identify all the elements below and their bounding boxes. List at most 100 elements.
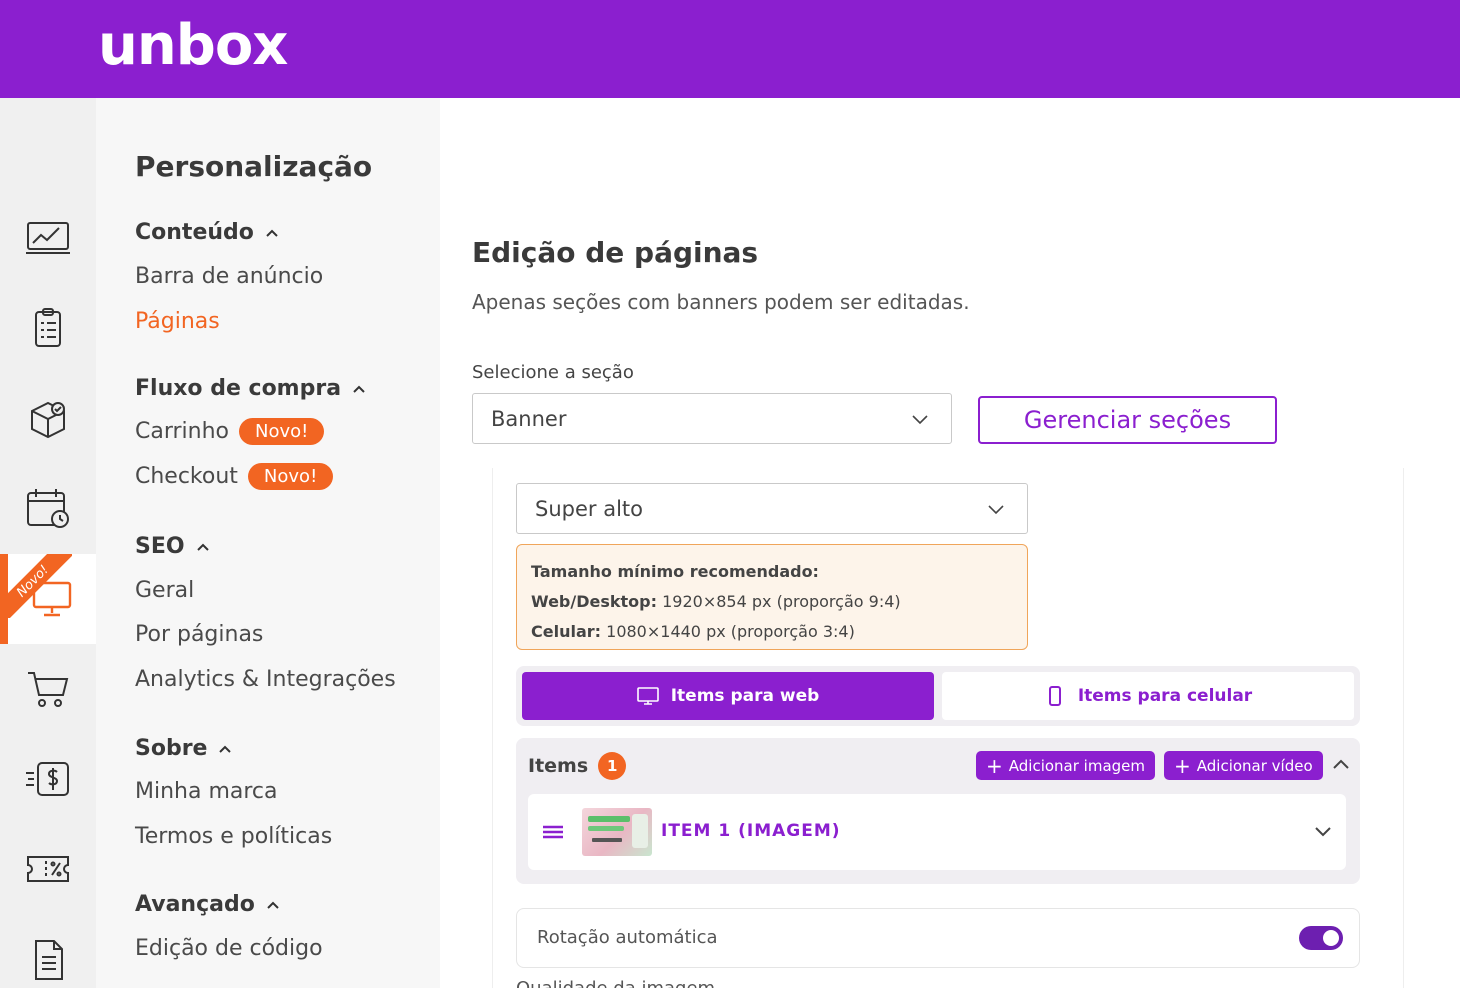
nav-link-label: Minha marca	[135, 779, 278, 804]
secondary-nav: Personalização Conteúdo Barra de anúncio…	[96, 98, 440, 988]
chevron-up-icon	[219, 745, 232, 753]
nav-section-seo[interactable]: SEO	[135, 534, 211, 559]
nav-section-label: Fluxo de compra	[135, 376, 342, 401]
rail-coupons[interactable]	[0, 824, 96, 914]
notice-mobile-label: Celular:	[531, 622, 602, 641]
items-panel: Items 1 + Adicionar imagem + Adicionar v…	[516, 738, 1360, 884]
nav-section-label: Sobre	[135, 736, 208, 761]
nav-title: Personalização	[135, 150, 373, 183]
tab-mobile[interactable]: Items para celular	[942, 672, 1354, 720]
brand-logo[interactable]: unbox	[98, 14, 288, 78]
drag-handle-icon[interactable]	[542, 824, 564, 840]
nav-section-label: Conteúdo	[135, 220, 254, 245]
new-ribbon: Novo!	[8, 554, 72, 618]
nav-link-label: Barra de anúncio	[135, 264, 324, 289]
tab-web-label: Items para web	[670, 686, 820, 706]
auto-rotation-toggle[interactable]	[1299, 926, 1343, 950]
tab-web[interactable]: Items para web	[522, 672, 934, 720]
items-count-badge: 1	[598, 752, 627, 780]
banner-height-value: Super alto	[535, 496, 643, 521]
nav-link-analytics[interactable]: Analytics & Integrações	[135, 667, 396, 692]
calendar-clock-icon	[27, 489, 69, 528]
item-name: ITEM 1 (IMAGEM)	[661, 821, 841, 841]
products-box-icon	[31, 401, 65, 439]
nav-link-checkout[interactable]: Checkout Novo!	[135, 463, 334, 490]
notice-web-value: 1920×854 px (proporção 9:4)	[662, 592, 901, 611]
nav-section-label: SEO	[135, 534, 185, 559]
toggle-knob	[1323, 930, 1339, 946]
nav-link-label: Páginas	[135, 309, 220, 334]
rail-dashboard[interactable]	[0, 194, 96, 284]
new-badge: Novo!	[239, 418, 325, 445]
auto-rotation-row: Rotação automática	[516, 908, 1360, 968]
chevron-down-icon	[988, 504, 1004, 514]
smartphone-icon	[1048, 686, 1061, 706]
tab-mobile-label: Items para celular	[1077, 686, 1253, 706]
chevron-down-icon[interactable]	[1314, 826, 1332, 838]
chevron-up-icon	[353, 385, 365, 393]
add-video-label: Adicionar vídeo	[1196, 756, 1313, 775]
nav-link-label: Por páginas	[135, 622, 264, 647]
notice-mobile-value: 1080×1440 px (proporção 3:4)	[606, 622, 855, 641]
nav-section-label: Avançado	[135, 892, 255, 917]
section-select[interactable]: Banner	[472, 393, 952, 444]
finance-dollar-icon	[26, 762, 69, 796]
chevron-up-icon	[196, 543, 209, 551]
cart-icon	[28, 672, 69, 707]
add-video-button[interactable]: + Adicionar vídeo	[1164, 751, 1323, 780]
chevron-up-icon	[267, 901, 279, 909]
nav-link-barra-anuncio[interactable]: Barra de anúncio	[135, 264, 323, 289]
auto-rotation-label: Rotação automática	[537, 927, 718, 948]
nav-link-minha-marca[interactable]: Minha marca	[135, 779, 278, 804]
nav-link-label: Geral	[135, 578, 195, 603]
rail-documents[interactable]	[0, 914, 96, 988]
nav-section-sobre[interactable]: Sobre	[135, 736, 233, 761]
nav-link-paginas[interactable]: Páginas	[135, 309, 220, 334]
list-item[interactable]: ITEM 1 (IMAGEM)	[528, 794, 1346, 870]
device-tabs: Items para web Items para celular	[516, 666, 1360, 726]
nav-link-label: Checkout	[135, 464, 238, 489]
rail-products[interactable]	[0, 374, 96, 464]
rail-calendar[interactable]	[0, 464, 96, 554]
rail-cart[interactable]	[0, 644, 96, 734]
items-header: Items 1	[528, 752, 627, 780]
orders-clipboard-icon	[35, 308, 61, 347]
image-quality-label: Qualidade da imagem	[516, 978, 715, 988]
chevron-up-icon[interactable]	[1332, 758, 1350, 770]
rail-orders[interactable]	[0, 284, 96, 374]
manage-sections-button[interactable]: Gerenciar seções	[978, 396, 1277, 444]
nav-link-termos[interactable]: Termos e políticas	[135, 824, 332, 849]
nav-link-edicao-codigo[interactable]: Edição de código	[135, 936, 323, 961]
new-badge: Novo!	[247, 463, 334, 490]
page-subtitle: Apenas seções com banners podem ser edit…	[472, 290, 970, 314]
nav-link-label: Analytics & Integrações	[135, 667, 396, 692]
item-thumbnail	[582, 808, 652, 856]
nav-link-carrinho[interactable]: Carrinho Novo!	[135, 418, 325, 445]
nav-link-por-paginas[interactable]: Por páginas	[135, 622, 263, 647]
dashboard-chart-icon	[26, 222, 70, 254]
section-select-value: Banner	[491, 406, 567, 431]
plus-icon: +	[1174, 753, 1191, 778]
chevron-up-icon	[266, 229, 278, 237]
add-image-button[interactable]: + Adicionar imagem	[976, 751, 1156, 780]
new-ribbon-label: Novo!	[8, 554, 72, 618]
top-bar: unbox	[0, 0, 1460, 98]
rail-customization[interactable]: Novo!	[0, 554, 96, 644]
items-title: Items	[528, 755, 589, 777]
nav-section-fluxo[interactable]: Fluxo de compra	[135, 376, 367, 401]
document-icon	[35, 940, 63, 980]
nav-section-conteudo[interactable]: Conteúdo	[135, 220, 280, 245]
notice-web-label: Web/Desktop:	[531, 592, 658, 611]
rail-finance[interactable]	[0, 734, 96, 824]
monitor-icon	[636, 687, 659, 705]
recommended-size-notice: Tamanho mínimo recomendado: Web/Desktop:…	[516, 544, 1028, 650]
nav-link-geral[interactable]: Geral	[135, 578, 194, 603]
notice-heading: Tamanho mínimo recomendado:	[531, 562, 819, 581]
section-select-label: Selecione a seção	[472, 362, 634, 383]
banner-height-select[interactable]: Super alto	[516, 483, 1028, 534]
add-image-label: Adicionar imagem	[1008, 756, 1146, 775]
icon-rail: Novo!	[0, 98, 96, 988]
nav-section-avancado[interactable]: Avançado	[135, 892, 281, 917]
nav-link-label: Carrinho	[135, 419, 230, 444]
nav-link-label: Edição de código	[135, 936, 323, 961]
